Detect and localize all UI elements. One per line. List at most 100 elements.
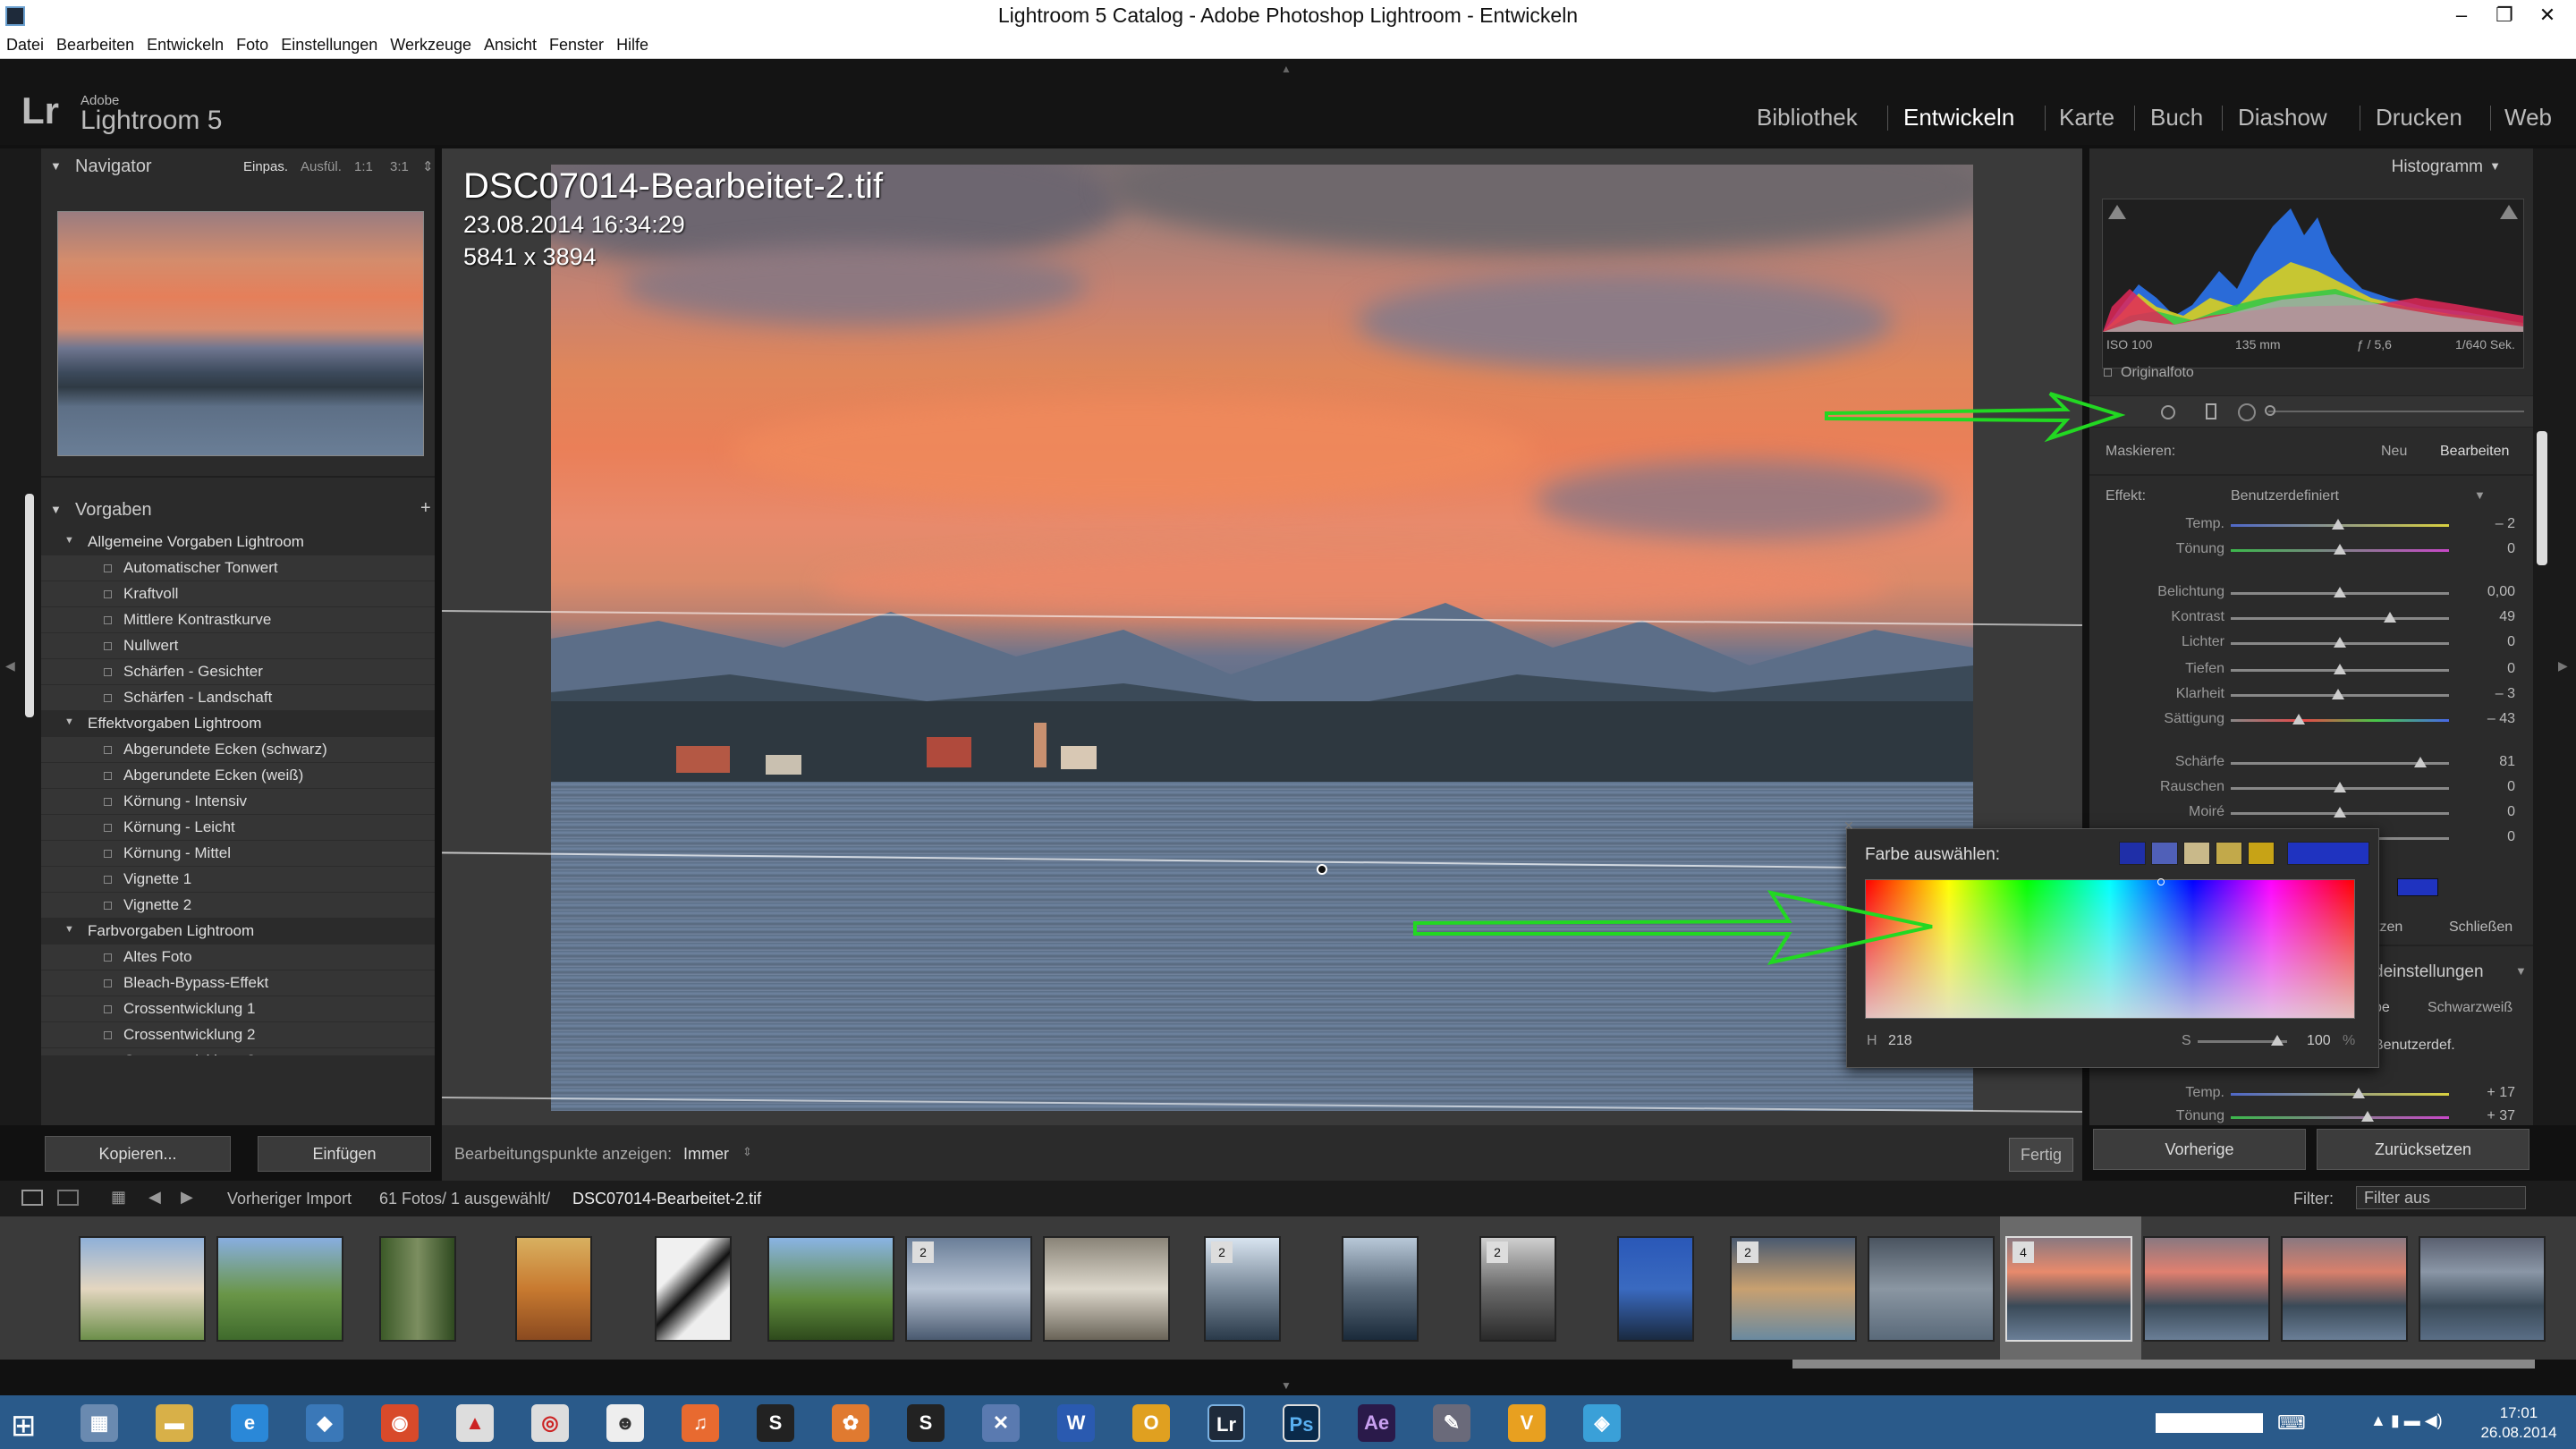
stack-badge[interactable]: 2 xyxy=(1211,1241,1233,1263)
preset-item[interactable]: Abgerundete Ecken (weiß) xyxy=(41,763,435,789)
chrome-icon[interactable]: ◉ xyxy=(381,1404,419,1442)
after-effects-icon[interactable]: Ae xyxy=(1358,1404,1395,1442)
stack-badge[interactable]: 2 xyxy=(912,1241,934,1263)
app-icon-19[interactable]: ✎ xyxy=(1433,1404,1470,1442)
adjustment-brush-track[interactable] xyxy=(2268,411,2524,412)
preset-item[interactable]: Vignette 1 xyxy=(41,867,435,893)
navigator-header[interactable]: ▼ Navigator Einpas. Ausfül. 1:1 3:1 ⇕ xyxy=(41,148,435,184)
module-diashow[interactable]: Diashow xyxy=(2238,104,2327,131)
app-icon-13[interactable]: ✕ xyxy=(982,1404,1020,1442)
color-swatch-2[interactable] xyxy=(2151,842,2178,865)
collapse-top-arrow-icon[interactable]: ▲ xyxy=(1281,63,1292,75)
stack-badge[interactable]: 2 xyxy=(1487,1241,1508,1263)
preset-item[interactable]: Körnung - Mittel xyxy=(41,841,435,867)
filmstrip-thumb-13[interactable]: 2 xyxy=(1730,1236,1857,1342)
primary-display-icon[interactable] xyxy=(21,1190,43,1206)
app-icon-7[interactable]: ◎ xyxy=(531,1404,569,1442)
radial-filter-icon[interactable] xyxy=(2238,403,2256,421)
left-panel-scrollbar[interactable] xyxy=(25,494,34,717)
slider-lichter[interactable]: Lichter 0 xyxy=(2089,631,2533,657)
color-swatch-4[interactable] xyxy=(2216,842,2242,865)
taskbar-search[interactable] xyxy=(2156,1413,2263,1433)
filmstrip-thumb-5[interactable] xyxy=(655,1236,732,1342)
basic-settings-header-partial[interactable]: deinstellungen xyxy=(2374,962,2484,982)
preset-item[interactable]: Bleach-Bypass-Effekt xyxy=(41,970,435,996)
word-icon[interactable]: W xyxy=(1057,1404,1095,1442)
preset-item[interactable]: Crossentwicklung 3 xyxy=(41,1048,435,1055)
module-entwickeln[interactable]: Entwickeln xyxy=(1903,104,2014,131)
back-arrow-icon[interactable]: ◀ xyxy=(148,1188,161,1207)
navigator-collapse-icon[interactable]: ▼ xyxy=(50,148,62,184)
reset-all-button[interactable]: Zurücksetzen xyxy=(2317,1129,2529,1170)
filter-select[interactable]: Filter aus xyxy=(2356,1186,2526,1209)
app-icon-20[interactable]: V xyxy=(1508,1404,1546,1442)
menu-bearbeiten[interactable]: Bearbeiten xyxy=(50,32,140,55)
menu-einstellungen[interactable]: Einstellungen xyxy=(275,32,384,55)
white-balance-select[interactable]: Benutzerdef. xyxy=(2374,1038,2455,1054)
left-collapse-arrow-icon[interactable]: ◀ xyxy=(5,658,15,674)
right-panel-scrollbar[interactable] xyxy=(2537,431,2547,565)
preset-item[interactable]: Schärfen - Landschaft xyxy=(41,685,435,711)
color-swatch-5[interactable] xyxy=(2248,842,2275,865)
filmstrip-thumb-7[interactable]: 2 xyxy=(905,1236,1032,1342)
saturation-value[interactable]: 100 xyxy=(2307,1033,2331,1049)
filmstrip-thumb-11[interactable]: 2 xyxy=(1479,1236,1556,1342)
collapse-bottom-arrow-icon[interactable]: ▼ xyxy=(1281,1379,1292,1392)
app-icon-9[interactable]: ♫ xyxy=(682,1404,719,1442)
copy-settings-button[interactable]: Kopieren... xyxy=(45,1136,231,1172)
app-icon-11[interactable]: ✿ xyxy=(832,1404,869,1442)
histogram[interactable]: ISO 100 135 mm ƒ / 5,6 1/640 Sek. xyxy=(2102,199,2524,369)
menu-entwickeln[interactable]: Entwickeln xyxy=(140,32,230,55)
slider-tönung[interactable]: Tönung 0 xyxy=(2089,538,2533,564)
close-button[interactable]: Schließen xyxy=(2449,919,2512,936)
zoom-1to1-option[interactable]: 1:1 xyxy=(354,149,373,185)
module-karte[interactable]: Karte xyxy=(2059,104,2114,131)
adjustment-brush-icon[interactable] xyxy=(2265,405,2275,416)
grid-view-icon[interactable]: ▦ xyxy=(111,1188,126,1207)
filmstrip-thumb-14[interactable] xyxy=(1868,1236,1995,1342)
preset-item[interactable]: Altes Foto xyxy=(41,945,435,970)
filmstrip-thumb-4[interactable] xyxy=(515,1236,592,1342)
picker-close-icon[interactable]: ✕ xyxy=(1843,818,1854,834)
zoom-3to1-option[interactable]: 3:1 xyxy=(390,149,409,185)
color-swatch-3[interactable] xyxy=(2183,842,2210,865)
zoom-fit-option[interactable]: Einpas. xyxy=(243,149,288,185)
color-cursor[interactable] xyxy=(2157,878,2165,886)
navigator-preview[interactable] xyxy=(57,211,424,456)
secondary-display-icon[interactable] xyxy=(57,1190,79,1206)
app-icon-21[interactable]: ◈ xyxy=(1583,1404,1621,1442)
show-pins-select[interactable]: Immer xyxy=(683,1145,729,1164)
filmstrip-thumb-8[interactable] xyxy=(1043,1236,1170,1342)
preset-folder[interactable]: ▼ Effektvorgaben Lightroom xyxy=(41,711,435,737)
effect-select[interactable]: Benutzerdefiniert xyxy=(2231,488,2339,504)
filmstrip-thumb-9[interactable]: 2 xyxy=(1204,1236,1281,1342)
app-icon-15[interactable]: O xyxy=(1132,1404,1170,1442)
preset-item[interactable]: Mittlere Kontrastkurve xyxy=(41,607,435,633)
color-swatch[interactable] xyxy=(2397,878,2438,896)
spot-removal-icon[interactable] xyxy=(2161,405,2175,419)
slider-rauschen[interactable]: Rauschen 0 xyxy=(2089,776,2533,801)
module-buch[interactable]: Buch xyxy=(2150,104,2203,131)
app-icon-4[interactable]: ◆ xyxy=(306,1404,343,1442)
slider-moir[interactable]: Moiré 0 xyxy=(2089,801,2533,826)
internet-explorer-icon[interactable]: e xyxy=(231,1404,268,1442)
filmstrip-thumb-1[interactable] xyxy=(79,1236,206,1342)
filmstrip-thumb-18[interactable] xyxy=(2419,1236,2546,1342)
restore-icon[interactable]: ❐ xyxy=(2483,0,2526,32)
treatment-bw-tab[interactable]: Schwarzweiß xyxy=(2428,1000,2512,1016)
filmstrip-thumb-12[interactable] xyxy=(1617,1236,1694,1342)
explorer-icon[interactable]: ▬ xyxy=(156,1404,193,1442)
adjustment-pin[interactable] xyxy=(1317,864,1327,875)
menu-datei[interactable]: Datei xyxy=(0,32,50,55)
menu-ansicht[interactable]: Ansicht xyxy=(478,32,543,55)
photoshop-taskbar-icon[interactable]: Ps xyxy=(1283,1404,1320,1442)
preset-item[interactable]: Crossentwicklung 2 xyxy=(41,1022,435,1048)
basic-collapse-icon[interactable]: ▼ xyxy=(2515,964,2527,978)
minimize-icon[interactable]: – xyxy=(2440,0,2483,32)
slider-kontrast[interactable]: Kontrast 49 xyxy=(2089,606,2533,631)
menu-hilfe[interactable]: Hilfe xyxy=(610,32,655,55)
zoom-fill-option[interactable]: Ausfül. xyxy=(301,149,342,185)
presets-header[interactable]: ▼ Vorgaben + xyxy=(41,492,435,528)
preset-item[interactable]: Körnung - Leicht xyxy=(41,815,435,841)
select-chevron-icon[interactable]: ⇕ xyxy=(742,1145,752,1159)
